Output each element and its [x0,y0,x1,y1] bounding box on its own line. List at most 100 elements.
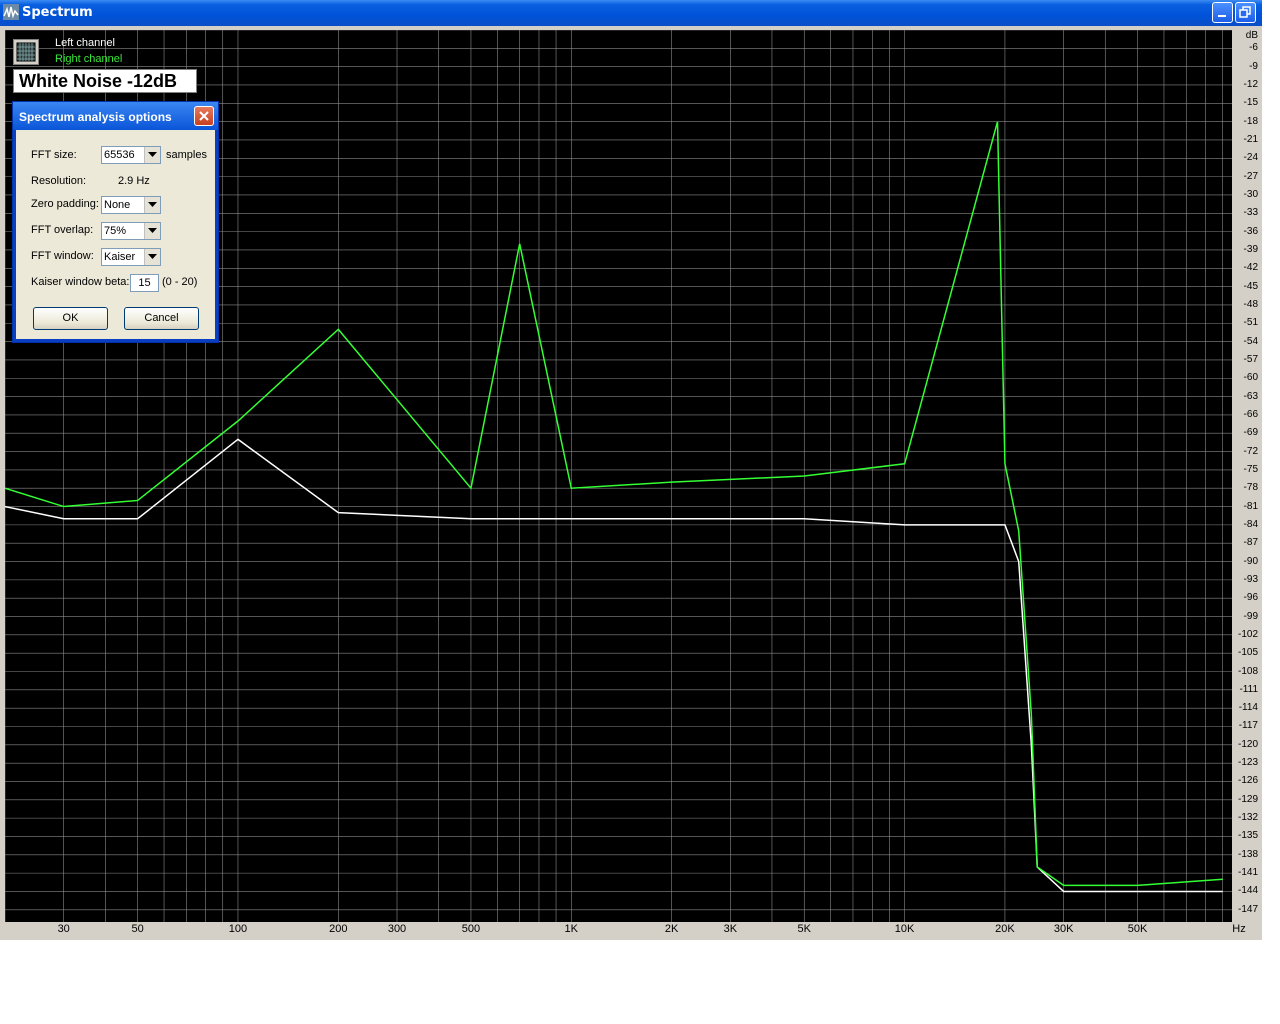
legend-left-channel: Left channel [55,37,115,49]
x-tick-label: 1K [564,923,579,935]
window-title: Spectrum [22,5,93,20]
y-tick-label: -90 [1243,555,1258,567]
fft-window-label: FFT window: [31,250,94,262]
y-tick-label: -120 [1237,738,1258,750]
y-tick-label: -30 [1243,188,1258,200]
fft-window-dropdown[interactable]: Kaiser [101,248,161,266]
y-tick-label: -117 [1238,720,1258,732]
y-tick-label: -105 [1237,647,1258,659]
fft-size-value: 65536 [104,149,135,161]
zero-padding-label: Zero padding: [31,198,99,210]
y-tick-label: -144 [1237,885,1258,897]
x-tick-label: 300 [387,923,407,935]
y-tick-label: -84 [1243,518,1258,530]
y-tick-label: -57 [1243,353,1258,365]
x-tick-label: 2K [664,923,679,935]
x-tick-label: 10K [894,923,915,935]
y-tick-label: -114 [1238,702,1258,714]
chevron-down-icon[interactable] [144,223,160,239]
x-tick-label: 20K [995,923,1015,935]
y-tick-label: -69 [1243,427,1258,439]
y-tick-label: -33 [1243,207,1258,219]
fft-size-label: FFT size: [31,149,77,161]
plot-annotation-label: White Noise -12dB [13,69,197,93]
y-tick-label: -6 [1249,42,1258,54]
y-tick-label: -129 [1237,793,1258,805]
y-tick-label: -138 [1237,848,1258,860]
spectrum-options-dialog: Spectrum analysis options FFT size: 6553… [12,101,219,343]
y-tick-label: -81 [1243,500,1258,512]
y-tick-label: -93 [1243,573,1258,585]
y-tick-label: -87 [1243,537,1258,549]
y-axis-unit: dB [1245,30,1258,41]
x-tick-label: 30 [57,923,70,935]
spectrum-app-icon [3,4,19,20]
y-tick-label: -132 [1237,812,1258,824]
dialog-body: FFT size: 65536 samples Resolution: 2.9 … [16,130,215,339]
x-axis-unit: Hz [1232,923,1246,935]
kaiser-beta-label: Kaiser window beta: [31,276,130,288]
y-tick-label: -123 [1237,757,1258,769]
y-tick-label: -24 [1243,152,1258,164]
dialog-title: Spectrum analysis options [19,110,172,124]
x-tick-label: 3K [723,923,738,935]
y-tick-label: -99 [1243,610,1258,622]
title-bar[interactable]: Spectrum [0,0,1262,26]
y-tick-label: -54 [1243,335,1258,347]
y-tick-label: -75 [1243,463,1258,475]
y-tick-label: -51 [1243,317,1258,329]
x-tick-label: 500 [461,923,481,935]
chevron-down-icon[interactable] [144,249,160,265]
kaiser-beta-range: (0 - 20) [162,276,198,288]
chevron-down-icon[interactable] [144,197,160,213]
y-tick-label: -147 [1237,903,1258,915]
resolution-label: Resolution: [31,175,87,187]
y-tick-label: -126 [1237,775,1258,787]
y-tick-label: -42 [1243,262,1258,274]
fft-window-value: Kaiser [104,251,136,263]
zero-padding-dropdown[interactable]: None [101,196,161,214]
kaiser-beta-input[interactable]: 15 [130,274,159,292]
y-tick-label: -96 [1243,592,1258,604]
x-tick-label: 30K [1053,923,1074,935]
close-icon[interactable] [194,106,214,126]
chart-settings-icon[interactable] [13,39,39,65]
y-tick-label: -9 [1249,60,1258,72]
y-tick-label: -135 [1237,830,1258,842]
y-tick-label: -72 [1243,445,1258,457]
y-tick-label: -102 [1237,628,1258,640]
fft-size-dropdown[interactable]: 65536 [101,146,161,164]
zero-padding-value: None [104,199,131,211]
y-tick-label: -18 [1243,115,1258,127]
spectrum-window: Spectrum dB -6 -9 -12 -15 -18 -21 -24 -27 -30 -33… [0,0,1262,940]
minimize-button[interactable] [1212,2,1233,23]
y-tick-label: -66 [1243,408,1258,420]
fft-overlap-value: 75% [104,225,127,237]
y-tick-label: -141 [1237,867,1258,879]
y-tick-label: -60 [1243,372,1258,384]
y-tick-label: -15 [1243,97,1258,109]
legend-right-channel: Right channel [55,53,123,65]
y-tick-label: -78 [1243,482,1258,494]
y-tick-label: -108 [1237,665,1258,677]
x-axis: Hz 30 50 100 200 300 500 1K 2K 3K 5K 10K 20K 30K 50K [0,922,1262,940]
ok-button[interactable]: OK [33,307,108,330]
x-tick-label: 100 [228,923,248,935]
y-tick-label: -48 [1243,298,1258,310]
y-tick-label: -111 [1239,683,1258,695]
y-tick-label: -27 [1243,170,1258,182]
series-line-left-channel [5,438,1223,893]
dialog-title-bar[interactable]: Spectrum analysis options [13,102,218,130]
restore-button[interactable] [1235,2,1256,23]
cancel-button[interactable]: Cancel [124,307,199,330]
x-tick-label: 50 [131,923,144,935]
y-tick-label: -12 [1243,78,1258,90]
fft-overlap-dropdown[interactable]: 75% [101,222,161,240]
y-tick-label: -45 [1243,280,1258,292]
y-tick-label: -36 [1243,225,1258,237]
chevron-down-icon[interactable] [144,147,160,163]
x-tick-label: 5K [797,923,811,935]
y-axis: dB -6 -9 -12 -15 -18 -21 -24 -27 -30 -33 -36 -39 -42… [1232,28,1262,928]
x-tick-label: 200 [329,923,348,935]
y-tick-label: -39 [1243,243,1258,255]
